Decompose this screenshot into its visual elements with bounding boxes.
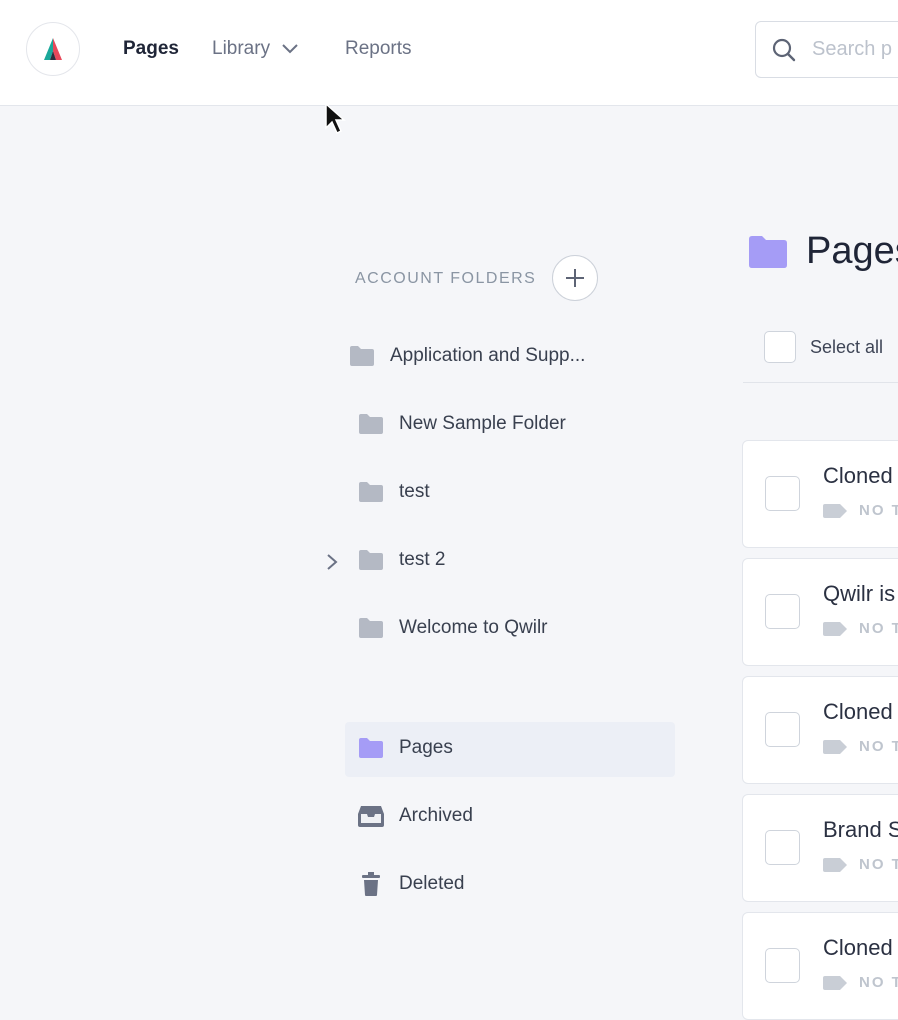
select-all-control[interactable]: Select all [764,331,883,363]
nav-library[interactable]: Library [212,38,298,60]
card-checkbox[interactable] [765,594,800,629]
card-title: Cloned [823,935,893,960]
nav-pages[interactable]: Pages [123,38,179,60]
card-title: Brand S [823,817,898,842]
card-checkbox[interactable] [765,830,800,865]
tag-icon [823,739,847,754]
chevron-down-icon [282,44,298,54]
page-card[interactable]: Cloned NO T [742,912,898,1020]
tag-icon [823,503,847,518]
folder-item-welcome[interactable]: Welcome to Qwilr [357,616,548,640]
folder-icon [749,235,787,268]
folder-label: New Sample Folder [399,413,566,434]
sidebar-item-deleted[interactable]: Deleted [357,872,465,896]
folder-item-application[interactable]: Application and Supp... [348,344,585,368]
sidebar-item-label: Pages [399,737,453,758]
account-folders-heading: ACCOUNT FOLDERS [355,270,537,287]
archive-icon [357,804,385,828]
nav-library-label: Library [212,38,271,59]
card-checkbox[interactable] [765,476,800,511]
select-all-label: Select all [810,336,884,357]
tag-icon [823,621,847,636]
tag-icon [823,975,847,990]
card-tag: NO T [823,856,898,873]
card-title: Cloned [823,699,893,724]
card-title: Qwilr is [823,581,896,606]
tag-icon [823,857,847,872]
sidebar-item-pages[interactable]: Pages [357,736,453,760]
nav-reports[interactable]: Reports [345,38,412,60]
card-tag-label: NO T [859,856,898,873]
folder-icon [357,616,385,640]
card-checkbox[interactable] [765,948,800,983]
plus-icon [566,269,584,287]
top-navigation-bar: Pages Library Reports [0,0,898,106]
search-input[interactable] [810,37,898,62]
folder-icon [357,548,385,572]
page-title: Pages [806,230,898,272]
card-tag: NO T [823,502,898,519]
trash-icon [357,872,385,896]
folder-icon [357,736,385,760]
chevron-right-icon[interactable] [326,553,338,571]
page-card[interactable]: Brand S NO T [742,794,898,902]
card-tag: NO T [823,620,898,637]
card-title: Cloned [823,463,893,488]
folder-item-test[interactable]: test [357,480,430,504]
qwilr-logo[interactable] [26,22,80,76]
page-card[interactable]: Cloned NO T [742,440,898,548]
folder-label: test [399,481,430,502]
sidebar-item-archived[interactable]: Archived [357,804,473,828]
card-checkbox[interactable] [765,712,800,747]
sidebar-item-label: Deleted [399,873,465,894]
card-tag-label: NO T [859,738,898,755]
card-tag-label: NO T [859,620,898,637]
folder-item-test-2[interactable]: test 2 [357,548,445,572]
folder-icon [357,480,385,504]
divider [743,382,898,383]
card-tag-label: NO T [859,974,898,991]
logo-icon [44,38,62,60]
folder-label: Application and Supp... [390,345,586,366]
page-card[interactable]: Cloned NO T [742,676,898,784]
sidebar-item-label: Archived [399,805,473,826]
card-tag: NO T [823,974,898,991]
folder-icon [348,344,376,368]
mouse-cursor-icon [325,102,346,135]
search-box[interactable] [755,21,898,78]
folder-item-new-sample[interactable]: New Sample Folder [357,412,566,436]
folder-label: Welcome to Qwilr [399,617,548,638]
folder-label: test 2 [399,549,446,570]
card-tag-label: NO T [859,502,898,519]
page-title-block: Pages [748,230,898,273]
page-card[interactable]: Qwilr is NO T [742,558,898,666]
add-folder-button[interactable] [552,255,598,301]
card-tag: NO T [823,738,898,755]
folder-icon [357,412,385,436]
search-icon [772,38,796,61]
select-all-checkbox[interactable] [764,331,796,363]
